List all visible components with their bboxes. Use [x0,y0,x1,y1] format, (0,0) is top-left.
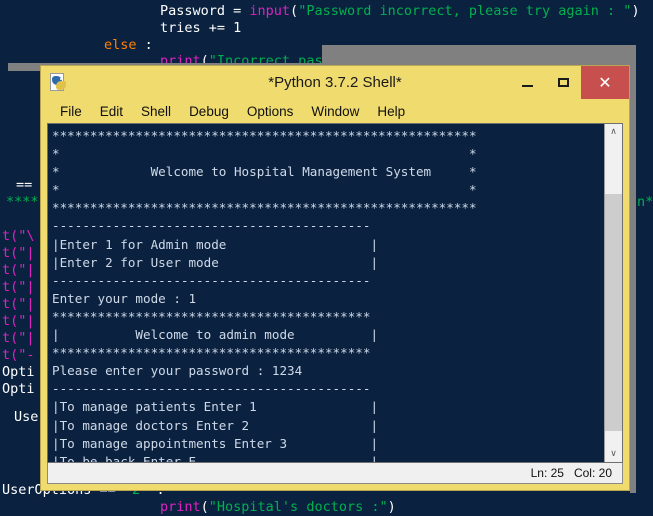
code-token: "Password incorrect, please try again : … [298,3,632,19]
scroll-down-arrow-icon[interactable]: ∨ [605,446,622,462]
code-token: print [160,499,201,515]
console-line: ****************************************… [52,128,477,143]
shell-console-output[interactable]: ****************************************… [48,124,604,462]
code-token: input [249,3,291,19]
editor-code-line: t("| [2,279,35,295]
menu-item-window[interactable]: Window [302,102,368,121]
editor-code-line: print("Hospital's doctors :") [160,499,396,515]
editor-code-line: **** [6,194,39,210]
console-line: ----------------------------------------… [52,381,371,397]
console-line: ----------------------------------------… [52,272,371,288]
window-shadow-right-edge [630,63,636,493]
code-token: Opti [2,381,35,397]
console-line: |To manage patients Enter 1 | [52,399,379,415]
code-token: else [104,37,137,53]
editor-code-line: else : [104,37,153,53]
code-token: t("| [2,313,35,329]
code-token: t("\ [2,228,35,244]
editor-code-line: Opti [2,364,35,380]
code-token: t("| [2,245,35,261]
editor-code-line: t("| [2,296,35,312]
editor-code-line: t("| [2,245,35,261]
code-token: tries += 1 [160,20,242,36]
menu-item-help[interactable]: Help [368,102,414,121]
code-token: : [136,37,153,53]
code-token: "Hospital's doctors :" [208,499,388,515]
console-line: ****************************************… [52,345,371,361]
status-line-number: Ln: 25 [530,466,564,480]
python-shell-window[interactable]: *Python 3.7.2 Shell* ✕ File Edit Shell Debu… [40,65,630,491]
scrollbar-track[interactable] [605,140,622,446]
editor-code-line: n* [637,194,653,210]
console-vertical-scrollbar[interactable]: ∧ ∨ [604,124,622,462]
close-button[interactable]: ✕ [581,66,629,99]
shell-bottom-padding [41,484,629,490]
code-token: Use [14,409,39,425]
code-token: t("| [2,279,35,295]
editor-code-line: t("\ [2,228,35,244]
code-token: t("- [2,347,35,363]
code-token: == [16,177,33,193]
shell-titlebar[interactable]: *Python 3.7.2 Shell* ✕ [41,66,629,99]
code-token: n* [637,194,653,210]
console-line: * * [52,146,477,162]
console-line: ****************************************… [52,308,371,324]
editor-code-line: t("| [2,262,35,278]
code-token: t("| [2,330,35,346]
editor-code-line: t("| [2,313,35,329]
menu-item-file[interactable]: File [51,102,91,121]
window-controls: ✕ [509,66,629,99]
menu-item-shell[interactable]: Shell [132,102,180,121]
console-line: |Enter 2 for User mode | [52,254,379,270]
editor-code-line: t("- [2,347,35,363]
minimize-button[interactable] [509,66,545,99]
console-line: |To manage appointments Enter 3 | [52,435,379,451]
shell-menubar[interactable]: File Edit Shell Debug Options Window Help [41,99,629,123]
code-token: Password = [160,3,250,19]
status-column-number: Col: 20 [573,466,612,480]
editor-code-line: == [16,177,32,193]
console-line: * Welcome to Hospital Management System … [52,164,477,180]
shell-body[interactable]: ****************************************… [47,123,623,463]
scrollbar-thumb[interactable] [605,194,622,431]
console-line: |To manage doctors Enter 2 | [52,417,379,433]
code-token: t("| [2,296,35,312]
editor-code-line: Password = input("Password incorrect, pl… [160,3,640,19]
code-token: Opti [2,364,35,380]
menu-item-options[interactable]: Options [238,102,303,121]
code-token: ) [387,499,396,515]
editor-code-line: t("| [2,330,35,346]
menu-item-edit[interactable]: Edit [91,102,132,121]
code-token: t("| [2,262,35,278]
editor-code-line: Use [14,409,38,425]
shell-statusbar: Ln: 25 Col: 20 [47,463,623,484]
python-file-icon [49,72,69,93]
maximize-button[interactable] [545,66,581,99]
code-token: ( [200,499,209,515]
code-token: ) [631,3,640,19]
console-line: | Welcome to admin mode | [52,327,379,343]
console-line: |To be back Enter E | [52,453,379,462]
window-shadow-left-edge [8,63,40,71]
editor-code-line: Opti [2,381,35,397]
editor-code-line: tries += 1 [160,20,241,36]
code-token: ( [290,3,299,19]
console-line: ****************************************… [52,200,477,216]
scroll-up-arrow-icon[interactable]: ∧ [605,124,622,140]
console-line: Enter your mode : 1 [52,290,197,306]
code-token: **** [6,194,39,210]
menu-item-debug[interactable]: Debug [180,102,238,121]
console-line: Please enter your password : 1234 [52,363,303,379]
console-line: * * [52,182,477,198]
console-line: |Enter 1 for Admin mode | [52,236,379,252]
console-line: ----------------------------------------… [52,218,371,234]
